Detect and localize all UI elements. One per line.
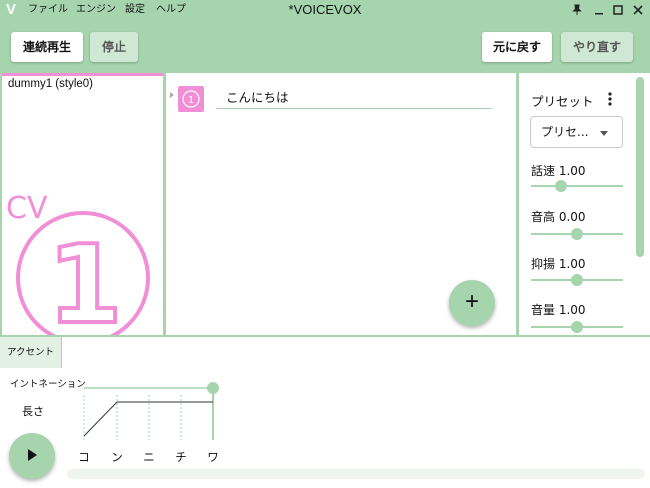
editor-scrollbar[interactable] [67,469,645,479]
close-icon[interactable] [627,0,649,20]
maximize-icon[interactable] [607,0,629,20]
parameter-scrollbar[interactable] [636,77,644,257]
speed-slider-thumb[interactable] [555,180,567,192]
undo-button[interactable]: 元に戻す [482,32,552,62]
menu-help[interactable]: ヘルプ [150,0,192,20]
stop-button[interactable]: 停止 [90,32,138,62]
more-vert-icon[interactable] [603,89,617,109]
audio-list-panel: 1 こんにちは + [166,73,516,335]
preset-select[interactable]: プリセ... [530,116,623,148]
pin-icon[interactable] [566,0,588,20]
toolbar: 連続再生 停止 元に戻す やり直す [0,20,650,73]
speed-slider[interactable] [531,185,623,187]
parameter-panel: プリセット プリセ... 話速 1.00 音高 0.00 抑揚 1.00 音量 … [519,73,650,335]
menu-file[interactable]: ファイル [22,0,74,20]
audio-text-input[interactable]: こんにちは [216,85,492,109]
intonation-slider-thumb[interactable] [571,274,583,286]
menu-settings[interactable]: 設定 [119,0,151,20]
preset-label: プリセット [531,94,594,109]
volume-slider-thumb[interactable] [571,321,583,333]
pitch-label: 音高 0.00 [531,210,586,224]
pitch-slider-thumb[interactable] [571,228,583,240]
mora-label: ワ [207,450,219,464]
intonation-label: 抑揚 1.00 [531,257,586,271]
accent-graph [83,382,219,440]
row-expand-arrow-icon[interactable] [170,92,174,98]
character-icon[interactable]: 1 [178,86,204,112]
character-name: dummy1 (style0) [8,78,93,90]
character-portrait: CV 1 [6,191,150,335]
menu-engine[interactable]: エンジン [70,0,122,20]
speed-label: 話速 1.00 [531,164,586,178]
portrait-number-text: 1 [47,223,122,335]
character-panel: dummy1 (style0) CV 1 [2,73,163,335]
redo-button[interactable]: やり直す [561,32,633,62]
app-logo: V [0,0,22,20]
volume-label: 音量 1.00 [531,303,586,317]
mora-label: ン [111,450,123,464]
add-audio-button[interactable]: + [449,280,495,326]
mora-label: チ [175,450,187,464]
chevron-down-icon [600,131,608,136]
mora-label: ニ [143,450,155,464]
play-continuous-button[interactable]: 連続再生 [11,32,83,62]
accent-editor: アクセント イントネーション 長さ コ ン ニ チ ワ [0,335,650,488]
title-bar: V ファイル エンジン 設定 ヘルプ *VOICEVOX [0,0,650,20]
svg-text:1: 1 [188,95,194,106]
mora-label: コ [78,450,90,464]
play-button[interactable] [9,433,55,479]
main-area: dummy1 (style0) CV 1 1 こんにちは + プリセット プリセ… [0,73,650,335]
portrait-cv-text: CV [6,191,48,226]
